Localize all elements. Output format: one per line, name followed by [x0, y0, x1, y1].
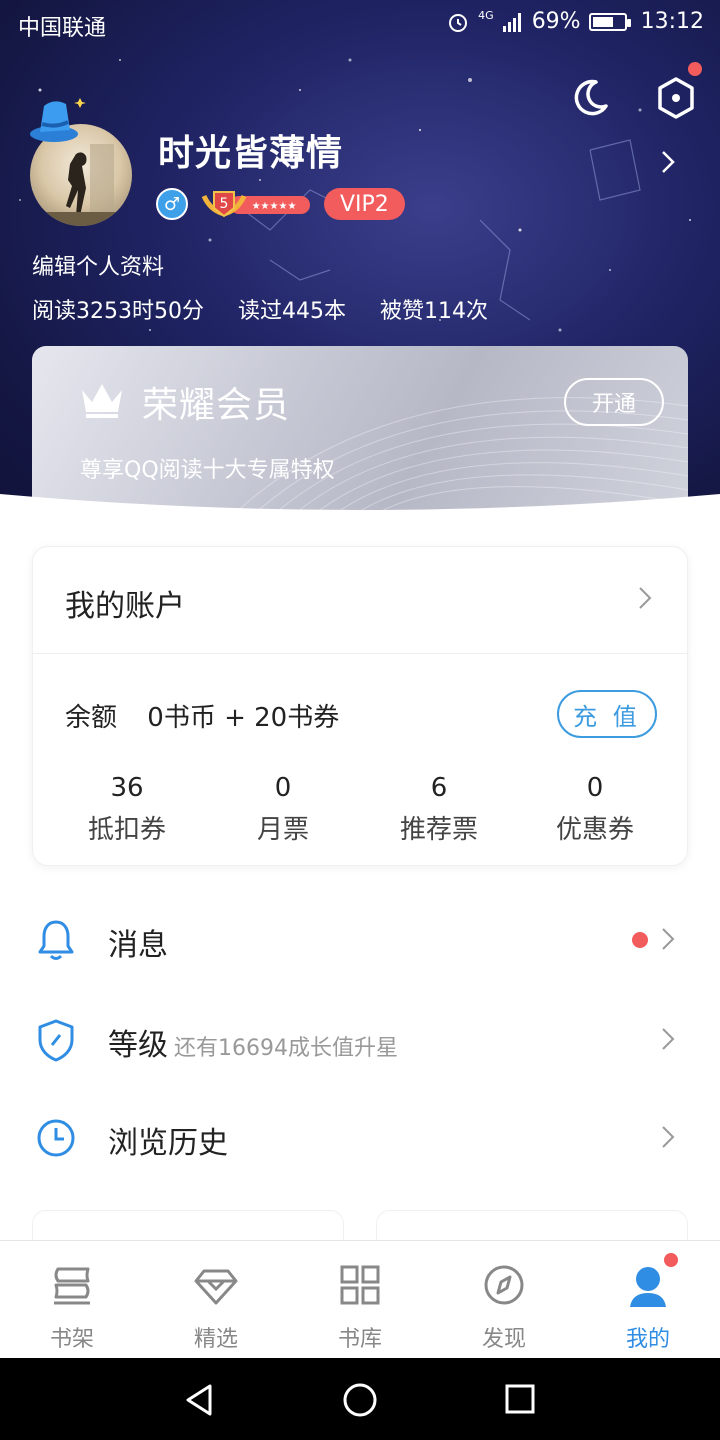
clock-icon	[37, 1119, 75, 1157]
avatar-hat-decoration	[30, 98, 86, 142]
tab-bookshelf[interactable]: 书架	[0, 1241, 144, 1358]
balance-label: 余额	[65, 703, 118, 733]
tab-label: 书库	[337, 1327, 382, 1352]
chevron-right-icon	[662, 1028, 675, 1050]
system-nav-bar	[0, 1358, 720, 1440]
reading-stats: 阅读3253时50分 读过445本 被赞114次	[32, 293, 488, 325]
count-label: 月票	[256, 815, 309, 845]
crown-icon	[82, 384, 122, 418]
signal-icon	[502, 12, 521, 32]
balance-row: 余额 0书币 + 20书券	[65, 697, 339, 734]
voucher-coupon[interactable]: 0 优惠券	[517, 773, 673, 846]
level-badge[interactable]: 5 ★★★★★	[200, 188, 312, 220]
settings-icon[interactable]	[652, 74, 700, 122]
tab-discover[interactable]: 发现	[432, 1241, 576, 1358]
chevron-right-icon	[662, 928, 675, 950]
voucher-deduction[interactable]: 36 抵扣券	[49, 773, 205, 846]
menu-item-label: 等级 还有16694成长值升星	[108, 1020, 398, 1064]
level-subtitle: 还有16694成长值升星	[174, 1036, 398, 1061]
bottom-tab-bar: 书架 精选 书库 发现 我的	[0, 1240, 720, 1358]
level-number: 5	[220, 196, 229, 212]
battery-icon	[588, 12, 631, 31]
edit-profile-link[interactable]: 编辑个人资料	[32, 249, 164, 281]
shield-icon	[38, 1019, 74, 1062]
chevron-right-icon	[662, 1126, 675, 1148]
profile-header: 中国联通 4G 69% 13:12 时光皆薄情 ♂ 5 ★★★★★ VIP2 编…	[0, 0, 720, 520]
person-icon	[630, 1267, 666, 1307]
voucher-counts: 36 抵扣券 0 月票 6 推荐票 0 优惠券	[33, 773, 689, 846]
tab-label: 精选	[193, 1327, 238, 1352]
menu-item-label: 浏览历史	[108, 1126, 228, 1161]
tab-label: 我的	[625, 1327, 670, 1352]
profile-badges: ♂ 5 ★★★★★ VIP2	[156, 188, 405, 220]
diamond-icon	[194, 1269, 238, 1305]
settings-notification-dot	[688, 62, 702, 76]
count-label: 抵扣券	[87, 815, 166, 845]
carrier-label: 中国联通	[18, 16, 107, 41]
message-notification-dot	[632, 932, 648, 948]
likes-stat[interactable]: 被赞114次	[380, 293, 488, 325]
open-membership-button[interactable]: 开通	[564, 378, 664, 426]
menu-item-messages[interactable]: 消息	[0, 892, 720, 988]
voucher-monthly[interactable]: 0 月票	[205, 773, 361, 846]
tab-label: 书架	[49, 1327, 94, 1352]
level-title: 等级	[108, 1028, 168, 1063]
tab-me[interactable]: 我的	[576, 1241, 720, 1358]
grid-icon	[340, 1265, 380, 1305]
bookshelf-icon	[54, 1267, 90, 1305]
male-gender-icon: ♂	[156, 188, 188, 220]
profile-chevron-icon[interactable]	[656, 148, 680, 176]
honor-member-title: 荣耀会员	[142, 385, 291, 426]
tab-library[interactable]: 书库	[288, 1241, 432, 1358]
battery-percent: 69%	[531, 9, 581, 34]
tab-label: 发现	[481, 1327, 526, 1352]
night-mode-icon[interactable]	[566, 74, 614, 122]
tab-notification-dot	[664, 1253, 678, 1267]
avatar[interactable]	[30, 98, 132, 226]
account-card: 我的账户 余额 0书币 + 20书券 充 值 36 抵扣券 0 月票 6 推荐票…	[32, 546, 689, 866]
divider	[33, 653, 689, 654]
count-value: 0	[274, 773, 292, 803]
alarm-icon	[449, 13, 468, 32]
menu-item-history[interactable]: 浏览历史	[0, 1090, 720, 1186]
count-value: 6	[430, 773, 448, 803]
home-icon[interactable]	[340, 1380, 380, 1420]
vip-badge[interactable]: VIP2	[324, 188, 405, 220]
reading-time-stat[interactable]: 阅读3253时50分	[32, 293, 204, 325]
tab-featured[interactable]: 精选	[144, 1241, 288, 1358]
header-curve	[0, 494, 720, 520]
svg-text:★★★★★: ★★★★★	[252, 201, 297, 212]
balance-value: 0书币 + 20书券	[147, 703, 340, 733]
status-icons: 4G 69% 13:12	[446, 9, 704, 34]
bell-icon	[38, 920, 74, 960]
network-label: 4G	[478, 9, 494, 22]
count-label: 推荐票	[399, 815, 478, 845]
count-label: 优惠券	[555, 815, 634, 845]
username: 时光皆薄情	[158, 133, 344, 174]
books-read-stat[interactable]: 读过445本	[238, 293, 346, 325]
battery-fill	[592, 16, 614, 27]
status-bar: 中国联通 4G 69% 13:12	[0, 0, 720, 48]
menu-item-level[interactable]: 等级 还有16694成长值升星	[0, 992, 720, 1088]
recharge-button[interactable]: 充 值	[557, 690, 657, 738]
clock: 13:12	[640, 9, 704, 34]
back-icon[interactable]	[180, 1380, 220, 1420]
chevron-right-icon[interactable]	[635, 585, 655, 611]
count-value: 0	[586, 773, 604, 803]
compass-icon	[484, 1265, 524, 1305]
voucher-recommend[interactable]: 6 推荐票	[361, 773, 517, 846]
account-title[interactable]: 我的账户	[65, 581, 185, 625]
menu-item-label: 消息	[108, 928, 168, 963]
count-value: 36	[110, 773, 144, 803]
recent-apps-icon[interactable]	[500, 1380, 540, 1420]
